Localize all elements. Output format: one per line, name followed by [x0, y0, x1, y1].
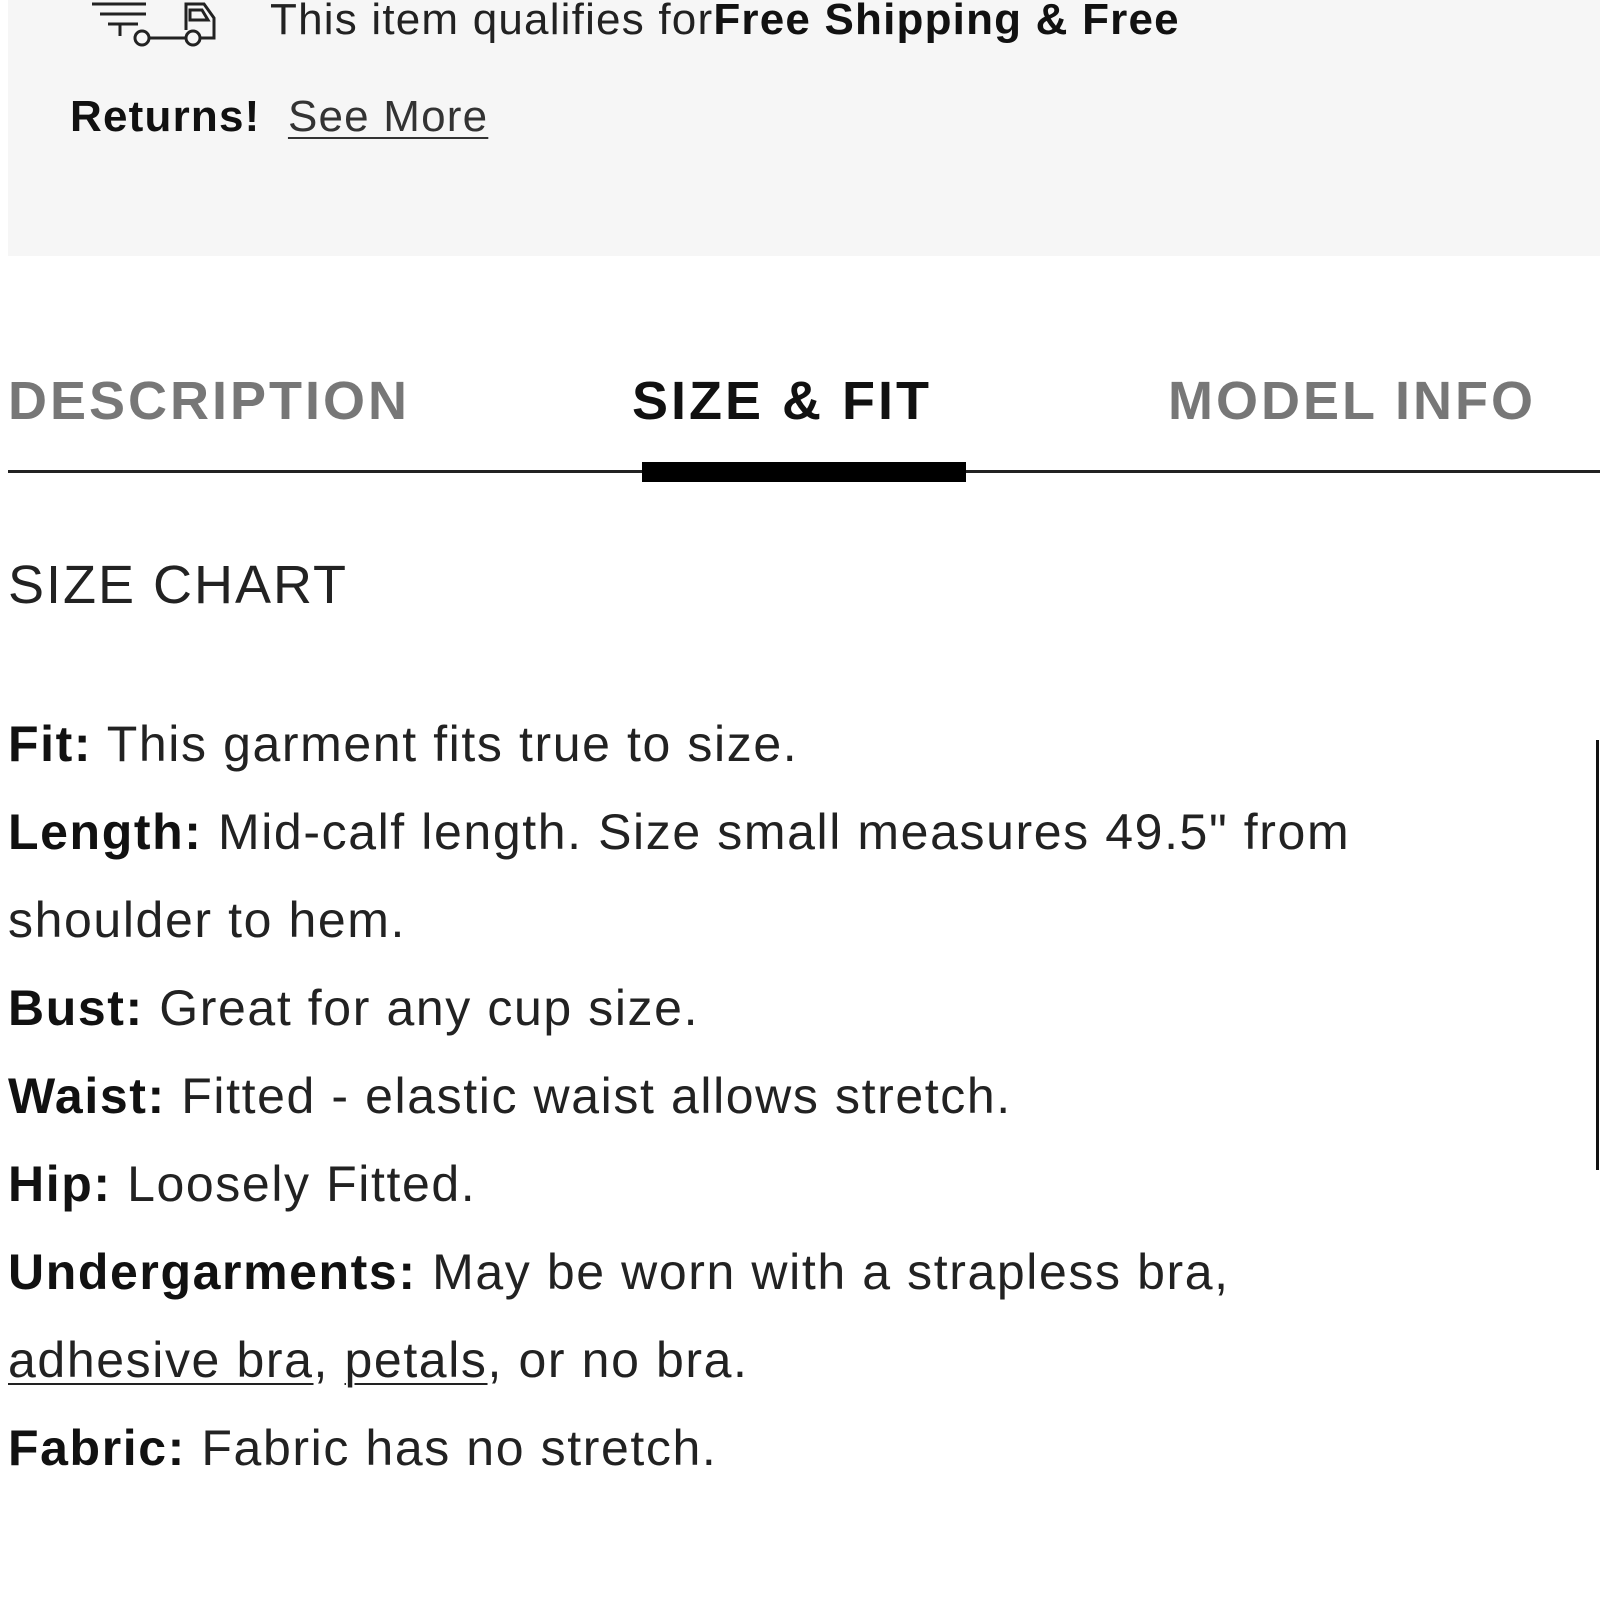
size-chart-heading[interactable]: SIZE CHART	[8, 554, 348, 616]
undergarments-text: May be worn with a strapless bra,	[416, 1244, 1230, 1300]
shipping-returns-text: Returns!	[70, 92, 261, 141]
delivery-truck-icon	[90, 0, 230, 50]
hip-text: Loosely Fitted.	[111, 1156, 477, 1212]
shipping-text-prefix: This item qualifies for	[270, 0, 714, 44]
fabric-label: Fabric:	[8, 1420, 186, 1476]
hip-row: Hip: Loosely Fitted.	[8, 1140, 1588, 1228]
see-more-link[interactable]: See More	[288, 92, 488, 141]
shipping-line: This item qualifies for Free Shipping & …	[90, 0, 1180, 56]
undergarments-row-continued: adhesive bra, petals, or no bra.	[8, 1316, 1588, 1404]
undergarments-separator: ,	[313, 1332, 345, 1388]
shipping-text-bold: Free Shipping & Free	[713, 0, 1180, 44]
product-tabs: DESCRIPTION SIZE & FIT MODEL INFO	[8, 360, 1600, 482]
bust-label: Bust:	[8, 980, 144, 1036]
scrollbar[interactable]	[1596, 740, 1599, 1170]
hip-label: Hip:	[8, 1156, 112, 1212]
adhesive-bra-link[interactable]: adhesive bra	[8, 1332, 314, 1388]
undergarments-row: Undergarments: May be worn with a strapl…	[8, 1228, 1588, 1316]
waist-text: Fitted - elastic waist allows stretch.	[165, 1068, 1012, 1124]
fit-label: Fit:	[8, 716, 93, 772]
fit-row: Fit: This garment fits true to size.	[8, 700, 1588, 788]
undergarments-label: Undergarments:	[8, 1244, 417, 1300]
tab-size-and-fit[interactable]: SIZE & FIT	[632, 370, 932, 432]
length-row: Length: Mid-calf length. Size small meas…	[8, 788, 1588, 876]
shipping-banner: This item qualifies for Free Shipping & …	[8, 0, 1600, 256]
length-text-continued: shoulder to hem.	[8, 892, 407, 948]
fit-text: This garment fits true to size.	[92, 716, 799, 772]
waist-row: Waist: Fitted - elastic waist allows str…	[8, 1052, 1588, 1140]
fabric-row: Fabric: Fabric has no stretch.	[8, 1404, 1588, 1492]
bust-row: Bust: Great for any cup size.	[8, 964, 1588, 1052]
undergarments-text-end: , or no bra.	[487, 1332, 749, 1388]
tab-model-info[interactable]: MODEL INFO	[1168, 370, 1536, 432]
length-text: Mid-calf length. Size small measures 49.…	[202, 804, 1351, 860]
waist-label: Waist:	[8, 1068, 166, 1124]
active-tab-indicator	[642, 462, 966, 482]
fit-details: Fit: This garment fits true to size. Len…	[8, 700, 1588, 1492]
shipping-line-2: Returns! See More	[70, 92, 488, 142]
petals-link[interactable]: petals	[345, 1332, 488, 1388]
length-label: Length:	[8, 804, 203, 860]
length-row-continued: shoulder to hem.	[8, 876, 1588, 964]
fabric-text: Fabric has no stretch.	[185, 1420, 718, 1476]
tab-description[interactable]: DESCRIPTION	[8, 370, 410, 432]
bust-text: Great for any cup size.	[143, 980, 700, 1036]
